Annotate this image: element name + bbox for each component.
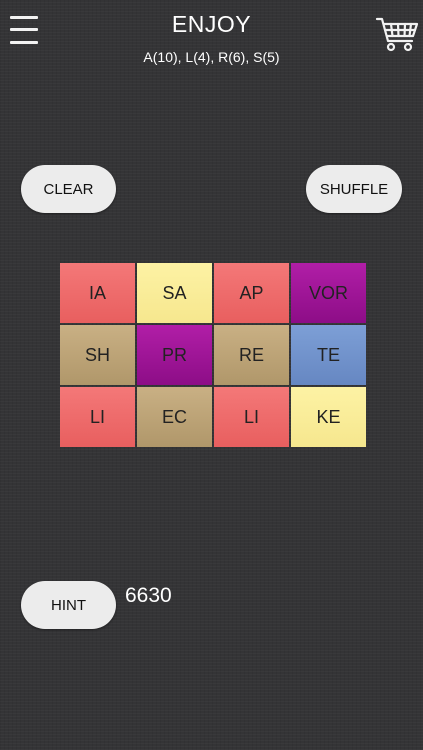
tile[interactable]: SA	[137, 263, 212, 323]
tile[interactable]: RE	[214, 325, 289, 385]
tile-label: SH	[84, 344, 110, 365]
tile-label: LI	[243, 406, 259, 427]
page-title: ENJOY	[171, 11, 252, 37]
tile[interactable]: AP	[214, 263, 289, 323]
tile[interactable]: TE	[291, 325, 366, 385]
tile[interactable]: PR	[137, 325, 212, 385]
letter-counts: A(10), L(4), R(6), S(5)	[143, 49, 280, 65]
tile-label: IA	[88, 282, 106, 303]
tile-label: AP	[239, 282, 264, 303]
tile[interactable]: VOR	[291, 263, 366, 323]
hint-button[interactable]: HINT	[21, 581, 116, 629]
shuffle-button[interactable]: SHUFFLE	[306, 165, 402, 213]
tile-label: PR	[161, 344, 187, 365]
tile-label: LI	[89, 406, 105, 427]
tile[interactable]: LI	[60, 387, 135, 447]
tile[interactable]: EC	[137, 387, 212, 447]
tile-label: RE	[238, 344, 264, 365]
tile-label: SA	[162, 282, 187, 303]
clear-button[interactable]: CLEAR	[21, 165, 116, 213]
tile-grid: IA SA AP VOR SH PR RE TE LI EC LI KE	[60, 263, 366, 448]
tile[interactable]: KE	[291, 387, 366, 447]
menu-bar	[10, 41, 38, 44]
tile[interactable]: LI	[214, 387, 289, 447]
tile-label: TE	[316, 344, 340, 365]
tile-label: EC	[161, 406, 187, 427]
tile[interactable]: IA	[60, 263, 135, 323]
tile[interactable]: SH	[60, 325, 135, 385]
score-value: 6630	[125, 584, 172, 607]
shopping-cart-icon[interactable]	[374, 8, 420, 54]
tile-label: VOR	[308, 282, 348, 303]
tile-label: KE	[316, 406, 341, 427]
